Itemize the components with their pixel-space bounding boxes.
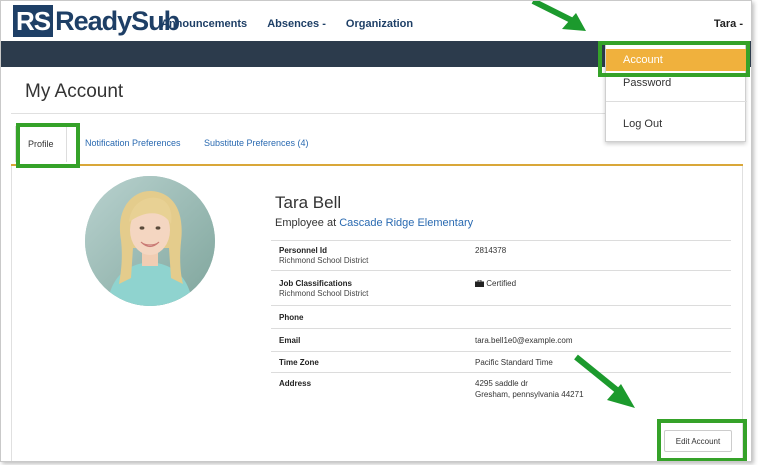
profile-name: Tara Bell bbox=[275, 193, 342, 212]
row-address: Address 4295 saddle dr Gresham, pennsylv… bbox=[271, 372, 731, 406]
briefcase-icon bbox=[475, 279, 484, 287]
readysub-logo[interactable]: RS ReadySub bbox=[13, 5, 180, 37]
profile-employer: Employee at Cascade Ridge Elementary bbox=[275, 217, 473, 229]
tab-substitute-preferences[interactable]: Substitute Preferences (4) bbox=[204, 126, 309, 162]
row-job-classifications: Job Classifications Richmond School Dist… bbox=[271, 270, 731, 305]
row-value: tara.bell1e0@example.com bbox=[475, 336, 573, 345]
row-label: Time Zone bbox=[279, 358, 319, 367]
page-title: My Account bbox=[25, 81, 124, 102]
row-personnel-id: Personnel Id Richmond School District 28… bbox=[271, 240, 731, 270]
edit-account-button[interactable]: Edit Account bbox=[664, 430, 732, 452]
menu-item-account[interactable]: Account bbox=[606, 49, 747, 71]
nav-organization[interactable]: Organization bbox=[346, 18, 413, 30]
row-label: Phone bbox=[279, 313, 304, 322]
row-value: Pacific Standard Time bbox=[475, 358, 553, 367]
row-value: 4295 saddle dr bbox=[475, 379, 528, 388]
tab-profile[interactable]: Profile bbox=[15, 126, 67, 162]
avatar bbox=[85, 176, 215, 306]
nav-absences[interactable]: Absences - bbox=[267, 18, 326, 30]
profile-details-table: Personnel Id Richmond School District 28… bbox=[271, 240, 731, 406]
row-sublabel: Richmond School District bbox=[279, 289, 369, 298]
row-value: Certified bbox=[486, 279, 517, 288]
row-label: Job Classifications bbox=[279, 279, 352, 288]
main-nav: Announcements Absences - Organization bbox=[161, 18, 433, 30]
menu-divider bbox=[606, 101, 747, 102]
menu-item-password[interactable]: Password bbox=[606, 72, 747, 94]
row-value-wrap: Certified bbox=[475, 279, 516, 288]
row-sublabel: Richmond School District bbox=[279, 256, 369, 265]
row-label: Email bbox=[279, 336, 301, 345]
nav-announcements[interactable]: Announcements bbox=[161, 18, 247, 30]
app-window: RS ReadySub Announcements Absences - Org… bbox=[0, 0, 752, 462]
user-menu-toggle[interactable]: Tara - bbox=[714, 18, 743, 30]
row-label: Address bbox=[279, 379, 312, 388]
row-label: Personnel Id bbox=[279, 246, 328, 255]
employer-school-link[interactable]: Cascade Ridge Elementary bbox=[339, 217, 473, 229]
row-time-zone: Time Zone Pacific Standard Time bbox=[271, 351, 731, 372]
logo-mark: RS bbox=[13, 5, 54, 37]
row-value: 2814378 bbox=[475, 246, 507, 255]
row-value-line2: Gresham, pennsylvania 44271 bbox=[475, 390, 584, 399]
row-phone: Phone bbox=[271, 305, 731, 328]
user-dropdown-menu: Account Password Log Out bbox=[605, 44, 747, 142]
employer-prefix: Employee at bbox=[275, 217, 340, 229]
tab-notification-preferences[interactable]: Notification Preferences bbox=[85, 126, 181, 162]
top-navbar: RS ReadySub Announcements Absences - Org… bbox=[1, 1, 751, 41]
row-email: Email tara.bell1e0@example.com bbox=[271, 328, 731, 351]
menu-item-log-out[interactable]: Log Out bbox=[606, 113, 747, 135]
profile-photo bbox=[85, 176, 215, 306]
